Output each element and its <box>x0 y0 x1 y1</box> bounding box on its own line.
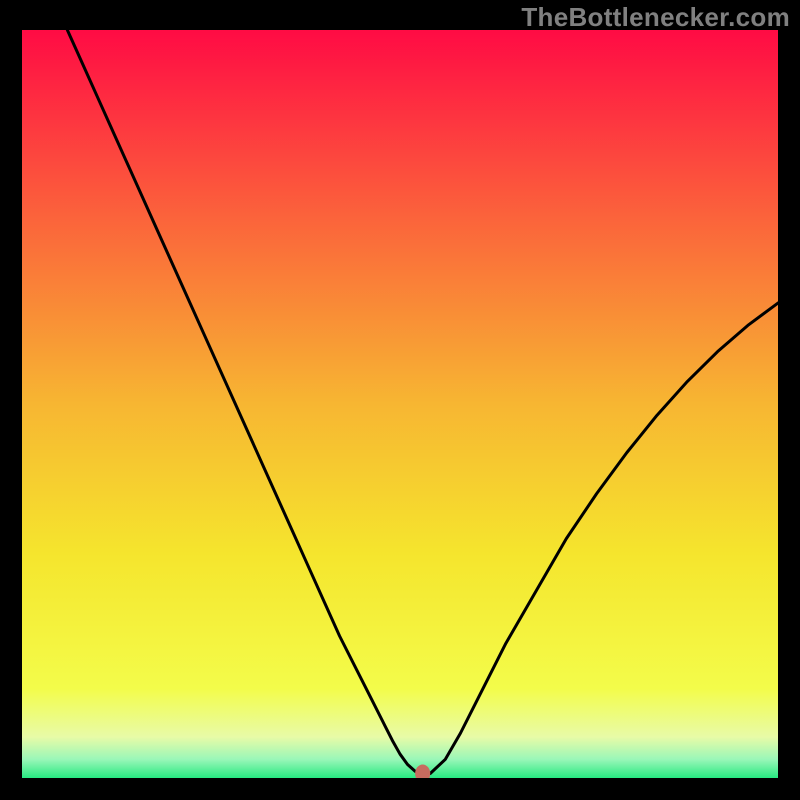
watermark-text: TheBottlenecker.com <box>521 2 790 33</box>
bottleneck-curve-chart <box>22 30 778 778</box>
gradient-background <box>22 30 778 778</box>
chart-frame: TheBottlenecker.com <box>0 0 800 800</box>
plot-area <box>22 30 778 778</box>
